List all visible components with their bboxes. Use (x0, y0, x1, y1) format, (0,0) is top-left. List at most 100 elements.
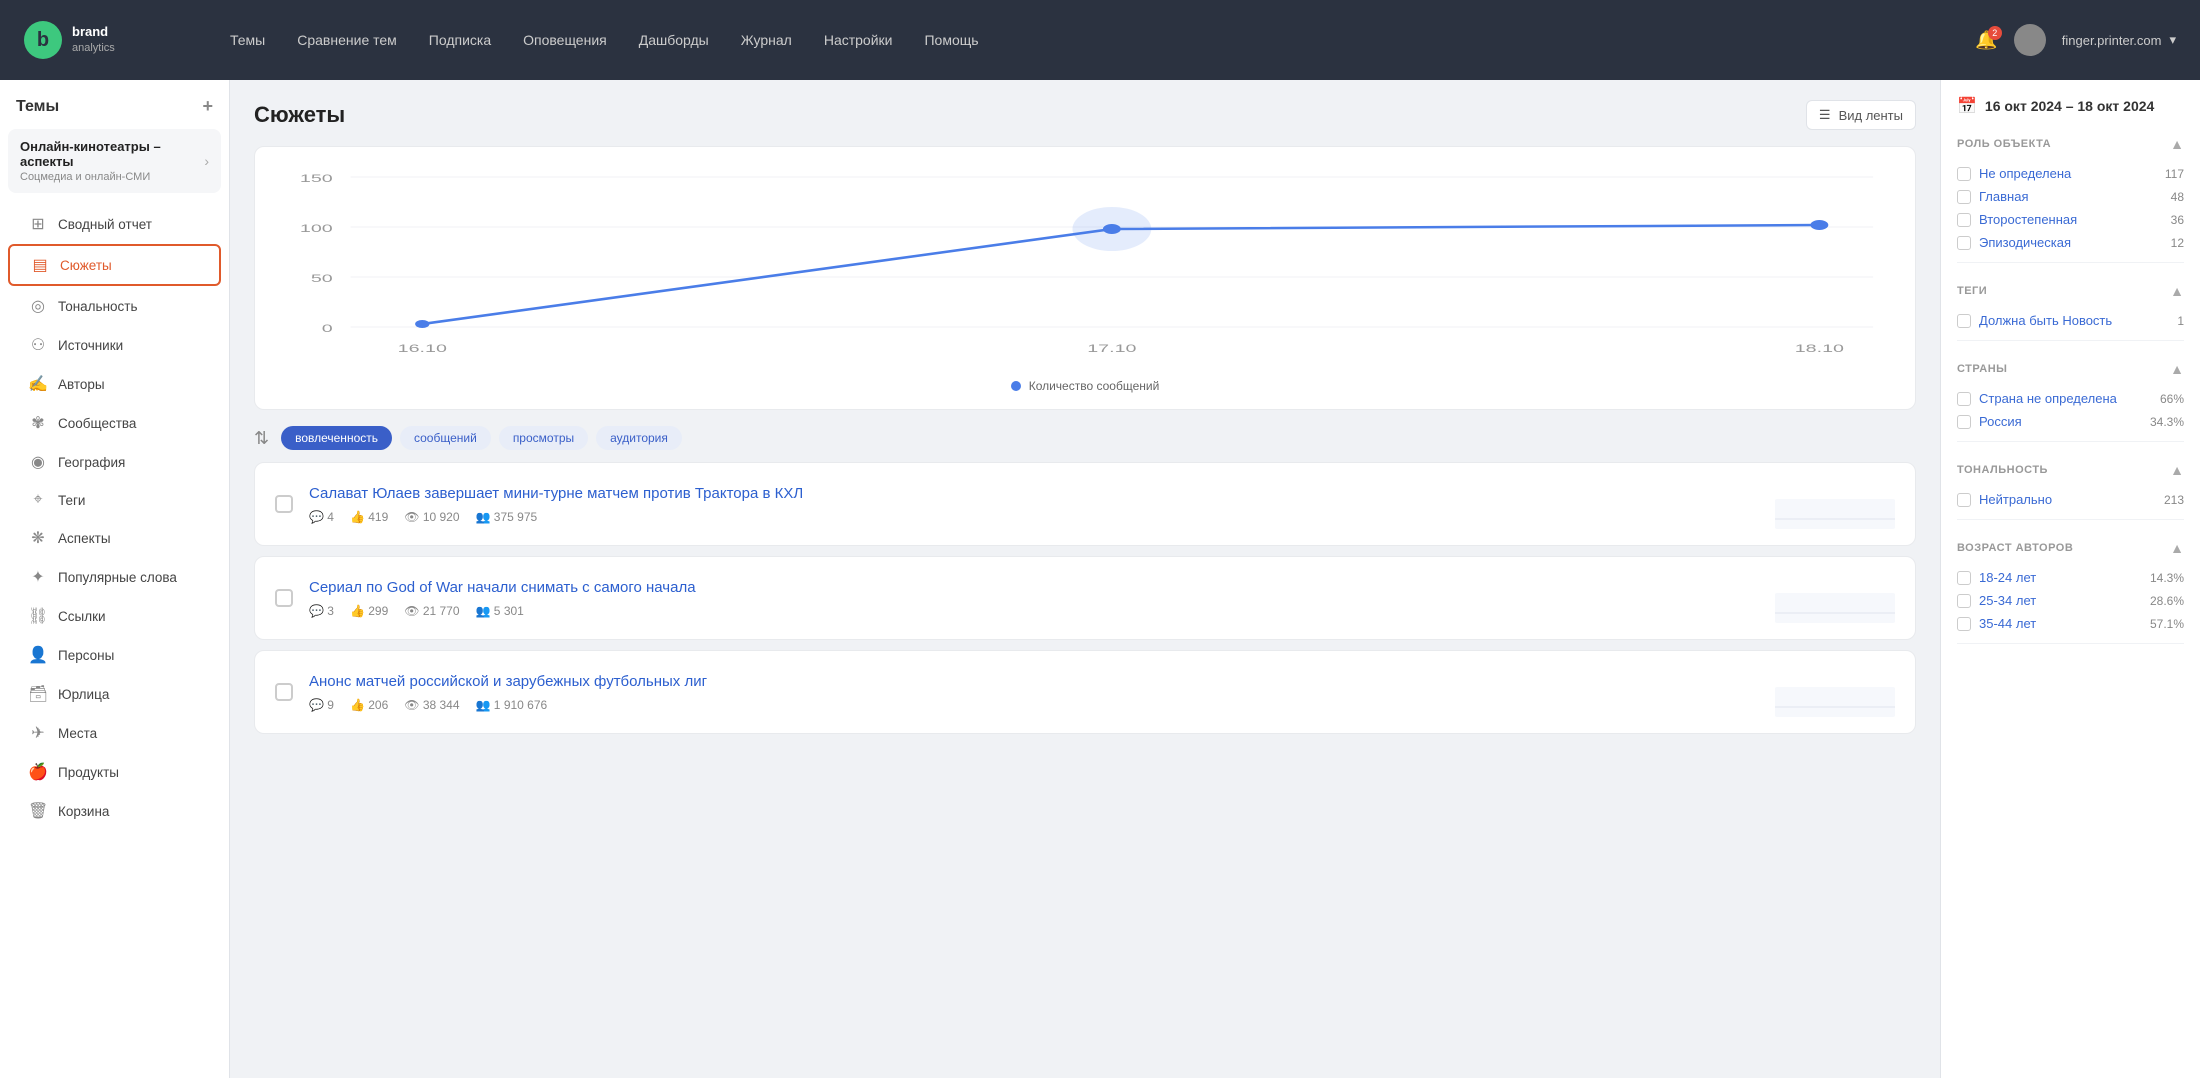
sidebar-item-produkty[interactable]: 🍎 Продукты (8, 753, 221, 791)
sidebar-item-tonalnost[interactable]: ◎ Тональность (8, 287, 221, 325)
sidebar-item-syuzhety[interactable]: ▤ Сюжеты (8, 244, 221, 286)
filter-checkbox-2-1[interactable] (1957, 415, 1971, 429)
story-sparkline-wrapper-0 (1775, 479, 1895, 529)
logo-text: brand analytics (72, 24, 115, 55)
story-checkbox-1[interactable] (275, 589, 293, 607)
chart-legend: Количество сообщений (279, 379, 1891, 393)
nav-link-помощь[interactable]: Помощь (910, 24, 992, 56)
filter-row-label-0-2[interactable]: Второстепенная (1979, 212, 2077, 227)
nav-link-оповещения[interactable]: Оповещения (509, 24, 621, 56)
story-title-1[interactable]: Сериал по God of War начали снимать с са… (309, 579, 1759, 596)
view-toggle-icon: ☰ (1819, 107, 1831, 123)
filter-row-label-2-0[interactable]: Страна не определена (1979, 391, 2117, 406)
sparkline-1 (1775, 573, 1895, 623)
nav-link-подписка[interactable]: Подписка (415, 24, 505, 56)
filter-row-3-0: Нейтрально 213 (1957, 488, 2184, 511)
story-meta-1: 💬 3 👍 299 👁 21 770 👥 5 301 (309, 604, 1759, 618)
sidebar-item-korzina[interactable]: 🗑 Корзина (8, 792, 221, 830)
filter-checkbox-1-0[interactable] (1957, 314, 1971, 328)
filter-section-header-3: ТОНАЛЬНОСТЬ ▲ (1957, 462, 2184, 478)
filter-tag-аудитория[interactable]: аудитория (596, 426, 682, 450)
right-panel: 📅 16 окт 2024 – 18 окт 2024 РОЛЬ ОБЪЕКТА… (1940, 80, 2200, 1078)
story-title-2[interactable]: Анонс матчей российской и зарубежных фут… (309, 673, 1759, 690)
nav-link-дашборды[interactable]: Дашборды (625, 24, 723, 56)
sidebar-item-mesta[interactable]: ✈ Места (8, 714, 221, 752)
filter-row-label-1-0[interactable]: Должна быть Новость (1979, 313, 2112, 328)
filter-checkbox-3-0[interactable] (1957, 493, 1971, 507)
sidebar-item-avtory[interactable]: ✍ Авторы (8, 365, 221, 403)
sidebar-item-geografiya[interactable]: ◉ География (8, 443, 221, 481)
sort-icon[interactable]: ⇅ (254, 428, 269, 449)
filter-section-2: СТРАНЫ ▲ Страна не определена 66% Россия… (1957, 361, 2184, 442)
svg-text:150: 150 (300, 173, 333, 185)
sidebar-item-populyarnye[interactable]: ✦ Популярные слова (8, 558, 221, 596)
topic-sub: Соцмедиа и онлайн-СМИ (20, 171, 204, 183)
sidebar-item-label: Юрлица (58, 687, 109, 702)
filter-tag-вовлеченность[interactable]: вовлеченность (281, 426, 392, 450)
svg-text:18.10: 18.10 (1795, 343, 1844, 355)
filter-row-label-4-0[interactable]: 18-24 лет (1979, 570, 2036, 585)
filter-section-toggle-4[interactable]: ▲ (2170, 540, 2184, 556)
add-topic-button[interactable]: + (202, 96, 213, 117)
filter-checkbox-4-0[interactable] (1957, 571, 1971, 585)
filter-row-label-0-1[interactable]: Главная (1979, 189, 2028, 204)
user-email[interactable]: finger.printer.com ▾ (2062, 32, 2176, 48)
sidebar-item-yurlitsa[interactable]: 🗃 Юрлица (8, 675, 221, 713)
filter-row-label-2-1[interactable]: Россия (1979, 414, 2022, 429)
filter-section-toggle-3[interactable]: ▲ (2170, 462, 2184, 478)
filter-checkbox-0-3[interactable] (1957, 236, 1971, 250)
filter-section-toggle-2[interactable]: ▲ (2170, 361, 2184, 377)
filter-row-4-1: 25-34 лет 28.6% (1957, 589, 2184, 612)
nav-link-сравнение-тем[interactable]: Сравнение тем (283, 24, 411, 56)
calendar-icon: 📅 (1957, 96, 1977, 116)
filter-row-label-4-1[interactable]: 25-34 лет (1979, 593, 2036, 608)
filter-checkbox-0-2[interactable] (1957, 213, 1971, 227)
notification-bell[interactable]: 🔔 2 (1975, 30, 1997, 51)
filter-row-label-0-3[interactable]: Эпизодическая (1979, 235, 2071, 250)
sidebar-item-persony[interactable]: 👤 Персоны (8, 636, 221, 674)
filter-row-0-0: Не определена 117 (1957, 162, 2184, 185)
sidebar-item-tegi[interactable]: ⌖ Теги (8, 482, 221, 518)
story-reactions-0: 👍 419 (350, 510, 388, 524)
filter-tag-сообщений[interactable]: сообщений (400, 426, 491, 450)
filter-section-header-4: ВОЗРАСТ АВТОРОВ ▲ (1957, 540, 2184, 556)
filter-checkbox-0-1[interactable] (1957, 190, 1971, 204)
filter-section-toggle-0[interactable]: ▲ (2170, 136, 2184, 152)
sidebar-item-istochniki[interactable]: ⚇ Источники (8, 326, 221, 364)
story-card-0: Салават Юлаев завершает мини-турне матче… (254, 462, 1916, 546)
nav-link-журнал[interactable]: Журнал (727, 24, 806, 56)
sidebar-item-label: Места (58, 726, 97, 741)
filter-row-count-0-3: 12 (2171, 236, 2184, 250)
tegi-icon: ⌖ (28, 491, 48, 509)
korzina-icon: 🗑 (28, 801, 48, 821)
filter-row-label-0-0[interactable]: Не определена (1979, 166, 2071, 181)
sidebar-item-soobshchestva[interactable]: ✾ Сообщества (8, 404, 221, 442)
filter-row-2-1: Россия 34.3% (1957, 410, 2184, 433)
filter-section-toggle-1[interactable]: ▲ (2170, 283, 2184, 299)
filter-row-label-3-0[interactable]: Нейтрально (1979, 492, 2052, 507)
filter-tag-просмотры[interactable]: просмотры (499, 426, 588, 450)
view-toggle-button[interactable]: ☰ Вид ленты (1806, 100, 1916, 130)
story-checkbox-2[interactable] (275, 683, 293, 701)
filter-checkbox-4-2[interactable] (1957, 617, 1971, 631)
story-checkbox-0[interactable] (275, 495, 293, 513)
story-title-0[interactable]: Салават Юлаев завершает мини-турне матче… (309, 485, 1759, 502)
nav-link-темы[interactable]: Темы (216, 24, 279, 56)
sidebar-item-ssylki[interactable]: ⛓ Ссылки (8, 597, 221, 635)
filter-row-label-4-2[interactable]: 35-44 лет (1979, 616, 2036, 631)
filter-checkbox-0-0[interactable] (1957, 167, 1971, 181)
filter-checkbox-2-0[interactable] (1957, 392, 1971, 406)
sidebar-title: Темы (16, 98, 59, 116)
sidebar-topic[interactable]: Онлайн-кинотеатры – аспекты Соцмедиа и о… (8, 129, 221, 193)
story-meta-2: 💬 9 👍 206 👁 38 344 👥 1 910 676 (309, 698, 1759, 712)
sidebar-item-label: Ссылки (58, 609, 106, 624)
sidebar-item-aspekty[interactable]: ❋ Аспекты (8, 519, 221, 557)
geografiya-icon: ◉ (28, 452, 48, 472)
filter-section-header-2: СТРАНЫ ▲ (1957, 361, 2184, 377)
sidebar-item-label: Персоны (58, 648, 114, 663)
filter-checkbox-4-1[interactable] (1957, 594, 1971, 608)
avatar[interactable] (2014, 24, 2046, 56)
filter-row-count-1-0: 1 (2177, 314, 2184, 328)
sidebar-item-svodny[interactable]: ⊞ Сводный отчет (8, 205, 221, 243)
nav-link-настройки[interactable]: Настройки (810, 24, 907, 56)
